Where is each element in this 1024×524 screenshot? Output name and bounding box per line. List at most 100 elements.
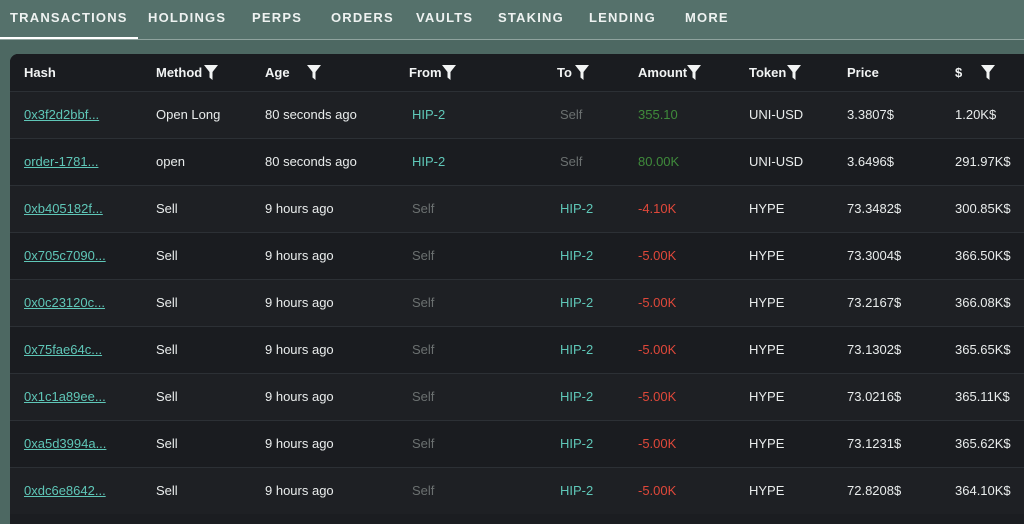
- from-cell: Self: [412, 342, 435, 357]
- usd-value-cell: 366.50K$: [955, 248, 1011, 263]
- to-cell: Self: [560, 154, 583, 169]
- amount-cell: -5.00K: [638, 483, 677, 498]
- age-cell: 9 hours ago: [265, 483, 334, 498]
- usd-value-cell: 365.11K$: [955, 389, 1010, 404]
- column-header-to: To: [557, 65, 572, 80]
- from-cell: Self: [412, 295, 435, 310]
- to-cell[interactable]: HIP-2: [560, 233, 593, 279]
- tab-orders[interactable]: ORDERS: [331, 0, 394, 38]
- tab-more[interactable]: MORE: [685, 0, 729, 38]
- table-row: order-1781... open 80 seconds ago HIP-2 …: [10, 138, 1024, 185]
- usd-value-cell: 300.85K$: [955, 201, 1011, 216]
- to-cell[interactable]: HIP-2: [560, 421, 593, 467]
- token-cell: HYPE: [749, 483, 785, 498]
- table-row: 0x0c23120c... Sell 9 hours ago Self HIP-…: [10, 279, 1024, 326]
- method-cell: Sell: [156, 201, 178, 216]
- tx-hash-link[interactable]: order-1781...: [24, 139, 98, 185]
- table-header: Hash Method Age From To Amount Token Pri…: [10, 54, 1024, 92]
- usd-value-cell: 366.08K$: [955, 295, 1011, 310]
- amount-cell: 80.00K: [638, 154, 680, 169]
- from-filter-icon[interactable]: [442, 65, 456, 80]
- amount-cell: -5.00K: [638, 248, 677, 263]
- amount-cell: -4.10K: [638, 201, 677, 216]
- amount-cell: -5.00K: [638, 342, 677, 357]
- amount-cell: -5.00K: [638, 436, 677, 451]
- age-cell: 9 hours ago: [265, 248, 334, 263]
- tx-hash-link[interactable]: 0xdc6e8642...: [24, 468, 106, 514]
- token-cell: HYPE: [749, 436, 785, 451]
- price-cell: 73.1302$: [847, 342, 902, 357]
- to-cell[interactable]: HIP-2: [560, 468, 593, 514]
- to-cell[interactable]: HIP-2: [560, 327, 593, 373]
- tx-hash-link[interactable]: 0x0c23120c...: [24, 280, 105, 326]
- usd-value-cell: 365.65K$: [955, 342, 1011, 357]
- token-cell: UNI-USD: [749, 154, 804, 169]
- to-cell[interactable]: HIP-2: [560, 280, 593, 326]
- method-cell: Sell: [156, 295, 178, 310]
- to-cell: Self: [560, 107, 583, 122]
- amount-cell: 355.10: [638, 107, 678, 122]
- method-cell: Sell: [156, 436, 178, 451]
- from-cell[interactable]: HIP-2: [412, 139, 445, 185]
- price-cell: 73.3482$: [847, 201, 902, 216]
- table-row: 0x705c7090... Sell 9 hours ago Self HIP-…: [10, 232, 1024, 279]
- table-row: 0x75fae64c... Sell 9 hours ago Self HIP-…: [10, 326, 1024, 373]
- usd-value-cell: 364.10K$: [955, 483, 1011, 498]
- price-cell: 3.3807$: [847, 107, 894, 122]
- tx-hash-link[interactable]: 0x75fae64c...: [24, 327, 102, 373]
- token-cell: HYPE: [749, 201, 785, 216]
- from-cell: Self: [412, 201, 435, 216]
- tx-hash-link[interactable]: 0xb405182f...: [24, 186, 103, 232]
- to-cell[interactable]: HIP-2: [560, 374, 593, 420]
- age-cell: 9 hours ago: [265, 389, 334, 404]
- token-cell: HYPE: [749, 342, 785, 357]
- age-cell: 80 seconds ago: [265, 154, 357, 169]
- method-cell: Open Long: [156, 107, 221, 122]
- amount-cell: -5.00K: [638, 295, 677, 310]
- from-cell: Self: [412, 248, 435, 263]
- column-header-usd: $: [955, 65, 963, 80]
- table-row: 0xa5d3994a... Sell 9 hours ago Self HIP-…: [10, 420, 1024, 467]
- amount-filter-icon[interactable]: [687, 65, 701, 80]
- table-row: 0x1c1a89ee... Sell 9 hours ago Self HIP-…: [10, 373, 1024, 420]
- price-cell: 3.6496$: [847, 154, 894, 169]
- tab-vaults[interactable]: VAULTS: [416, 0, 473, 38]
- from-cell: Self: [412, 389, 435, 404]
- price-cell: 72.8208$: [847, 483, 902, 498]
- age-cell: 80 seconds ago: [265, 107, 357, 122]
- column-header-token: Token: [749, 65, 787, 80]
- tab-holdings[interactable]: HOLDINGS: [148, 0, 226, 38]
- tab-staking[interactable]: STAKING: [498, 0, 564, 38]
- to-cell[interactable]: HIP-2: [560, 186, 593, 232]
- tx-hash-link[interactable]: 0x705c7090...: [24, 233, 106, 279]
- age-filter-icon[interactable]: [307, 65, 321, 80]
- column-header-amount: Amount: [638, 65, 688, 80]
- amount-cell: -5.00K: [638, 389, 677, 404]
- method-cell: Sell: [156, 389, 178, 404]
- price-cell: 73.2167$: [847, 295, 902, 310]
- usd-value-cell: 291.97K$: [955, 154, 1011, 169]
- price-cell: 73.3004$: [847, 248, 902, 263]
- to-filter-icon[interactable]: [575, 65, 589, 80]
- tx-hash-link[interactable]: 0xa5d3994a...: [24, 421, 106, 467]
- tab-perps[interactable]: PERPS: [252, 0, 302, 38]
- tx-hash-link[interactable]: 0x1c1a89ee...: [24, 374, 106, 420]
- from-cell: Self: [412, 436, 435, 451]
- token-cell: UNI-USD: [749, 107, 804, 122]
- tab-transactions[interactable]: TRANSACTIONS: [0, 0, 138, 39]
- column-header-method: Method: [156, 65, 203, 80]
- age-cell: 9 hours ago: [265, 295, 334, 310]
- method-cell: Sell: [156, 342, 178, 357]
- token-filter-icon[interactable]: [787, 65, 801, 80]
- transactions-table: Hash Method Age From To Amount Token Pri…: [10, 54, 1024, 524]
- tab-lending[interactable]: LENDING: [589, 0, 656, 38]
- token-cell: HYPE: [749, 248, 785, 263]
- tx-hash-link[interactable]: 0x3f2d2bbf...: [24, 92, 99, 138]
- usd-value-cell: 365.62K$: [955, 436, 1011, 451]
- from-cell[interactable]: HIP-2: [412, 92, 445, 138]
- column-header-age: Age: [265, 65, 290, 80]
- method-filter-icon[interactable]: [204, 65, 218, 80]
- usd-filter-icon[interactable]: [981, 65, 995, 80]
- table-row: 0xb405182f... Sell 9 hours ago Self HIP-…: [10, 185, 1024, 232]
- age-cell: 9 hours ago: [265, 436, 334, 451]
